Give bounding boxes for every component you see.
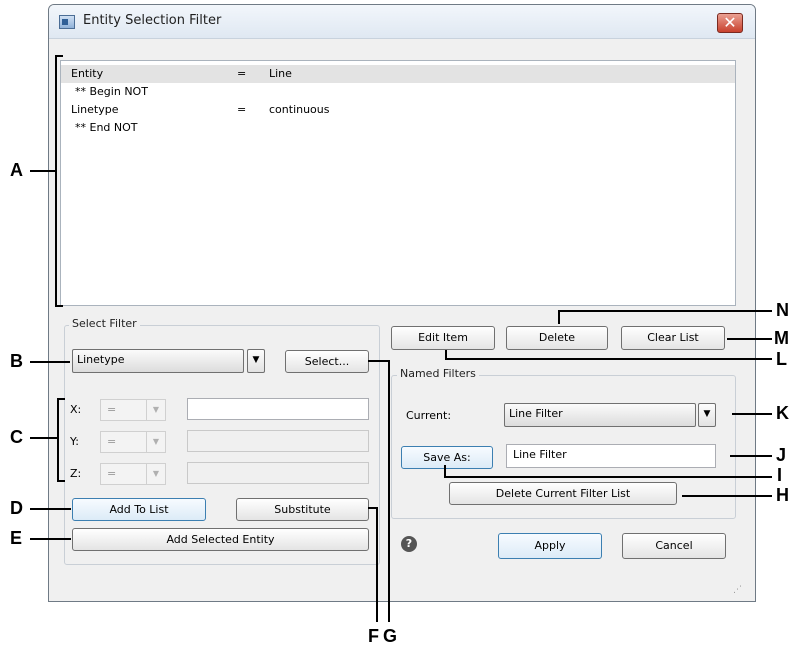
current-filter-combo[interactable]: Line Filter: [504, 403, 696, 427]
z-value-field: [187, 462, 369, 484]
z-label: Z:: [70, 467, 82, 480]
callout-line-g: [368, 360, 390, 362]
callout-c: C: [10, 427, 23, 447]
y-value-field: [187, 430, 369, 452]
list-item-name: Linetype: [71, 103, 119, 116]
list-item-name: ** Begin NOT: [75, 85, 148, 98]
callout-tick: [55, 55, 63, 57]
y-label: Y:: [70, 435, 79, 448]
callout-line-c: [30, 437, 57, 439]
callout-m: M: [774, 328, 789, 348]
callout-a: A: [10, 160, 23, 180]
filter-list[interactable]: Entity = Line ** Begin NOT Linetype = co…: [60, 60, 736, 306]
x-value-field[interactable]: [187, 398, 369, 420]
callout-h: H: [776, 485, 789, 505]
y-operator-combo: =: [100, 431, 148, 453]
callout-b: B: [10, 351, 23, 371]
callout-tick: [57, 480, 65, 482]
callout-k: K: [776, 403, 789, 423]
callout-line-k: [732, 413, 772, 415]
clear-list-button[interactable]: Clear List: [621, 326, 725, 350]
add-selected-entity-button[interactable]: Add Selected Entity: [72, 528, 369, 551]
save-as-button[interactable]: Save As:: [401, 446, 493, 469]
callout-j: J: [776, 445, 787, 465]
filter-type-combo[interactable]: Linetype: [72, 349, 244, 373]
list-item-value: Line: [269, 67, 292, 80]
callout-line-d: [30, 508, 71, 510]
delete-current-filter-list-button[interactable]: Delete Current Filter List: [449, 482, 677, 505]
callout-bracket-a: [55, 55, 57, 307]
chevron-down-icon[interactable]: ▼: [247, 349, 265, 373]
x-operator-combo: =: [100, 399, 148, 421]
edit-item-button[interactable]: Edit Item: [391, 326, 495, 350]
app-icon: [59, 15, 75, 29]
callout-line-e: [30, 538, 71, 540]
apply-button[interactable]: Apply: [498, 533, 602, 559]
callout-line-i: [444, 476, 772, 478]
callout-i: I: [777, 465, 783, 485]
current-label: Current:: [406, 409, 452, 422]
delete-button[interactable]: Delete: [506, 326, 608, 350]
z-operator-combo: =: [100, 463, 148, 485]
callout-line-b: [30, 361, 70, 363]
list-item-name: ** End NOT: [75, 121, 138, 134]
callout-tick: [57, 398, 65, 400]
x-label: X:: [70, 403, 82, 416]
callout-line-n: [558, 310, 560, 324]
callout-line-g: [388, 360, 390, 622]
callout-line-f: [376, 507, 378, 622]
entity-selection-filter-dialog: Entity Selection Filter ✕ Entity = Line …: [48, 4, 756, 602]
list-item-name: Entity: [71, 67, 104, 80]
list-item-operator: =: [237, 103, 247, 116]
callout-line-m: [727, 338, 772, 340]
select-filter-label: Select Filter: [69, 317, 140, 330]
substitute-button[interactable]: Substitute: [236, 498, 369, 521]
help-icon[interactable]: ?: [401, 536, 417, 552]
list-item-value: continuous: [269, 103, 330, 116]
callout-line-j: [730, 455, 772, 457]
callout-line-a: [30, 170, 55, 172]
callout-tick: [55, 305, 63, 307]
cancel-button[interactable]: Cancel: [622, 533, 726, 559]
list-item[interactable]: Linetype = continuous: [61, 101, 735, 119]
named-filters-label: Named Filters: [397, 367, 479, 380]
select-button[interactable]: Select...: [285, 350, 369, 373]
callout-bracket-c: [57, 398, 59, 482]
save-as-name-field[interactable]: Line Filter: [506, 444, 716, 468]
title-bar[interactable]: Entity Selection Filter ✕: [49, 5, 755, 39]
list-item[interactable]: ** End NOT: [61, 119, 735, 137]
close-button[interactable]: ✕: [717, 13, 743, 33]
window-title: Entity Selection Filter: [83, 13, 222, 28]
callout-f: F: [368, 626, 379, 646]
chevron-down-icon: ▼: [146, 431, 166, 453]
chevron-down-icon: ▼: [146, 463, 166, 485]
filter-type-value: Linetype: [77, 353, 125, 366]
chevron-down-icon: ▼: [146, 399, 166, 421]
list-item[interactable]: Entity = Line: [61, 65, 735, 83]
add-to-list-button[interactable]: Add To List: [72, 498, 206, 521]
callout-g: G: [383, 626, 398, 646]
callout-d: D: [10, 498, 23, 518]
resize-grip-icon[interactable]: ⋰: [733, 585, 742, 595]
list-item-operator: =: [237, 67, 247, 80]
list-item[interactable]: ** Begin NOT: [61, 83, 735, 101]
chevron-down-icon[interactable]: ▼: [698, 403, 716, 427]
callout-l: L: [776, 349, 787, 369]
callout-line-l: [445, 358, 772, 360]
callout-line-h: [682, 495, 772, 497]
callout-n: N: [776, 300, 789, 320]
callout-line-n: [558, 310, 772, 312]
callout-e: E: [10, 528, 23, 548]
current-filter-value: Line Filter: [509, 407, 563, 420]
